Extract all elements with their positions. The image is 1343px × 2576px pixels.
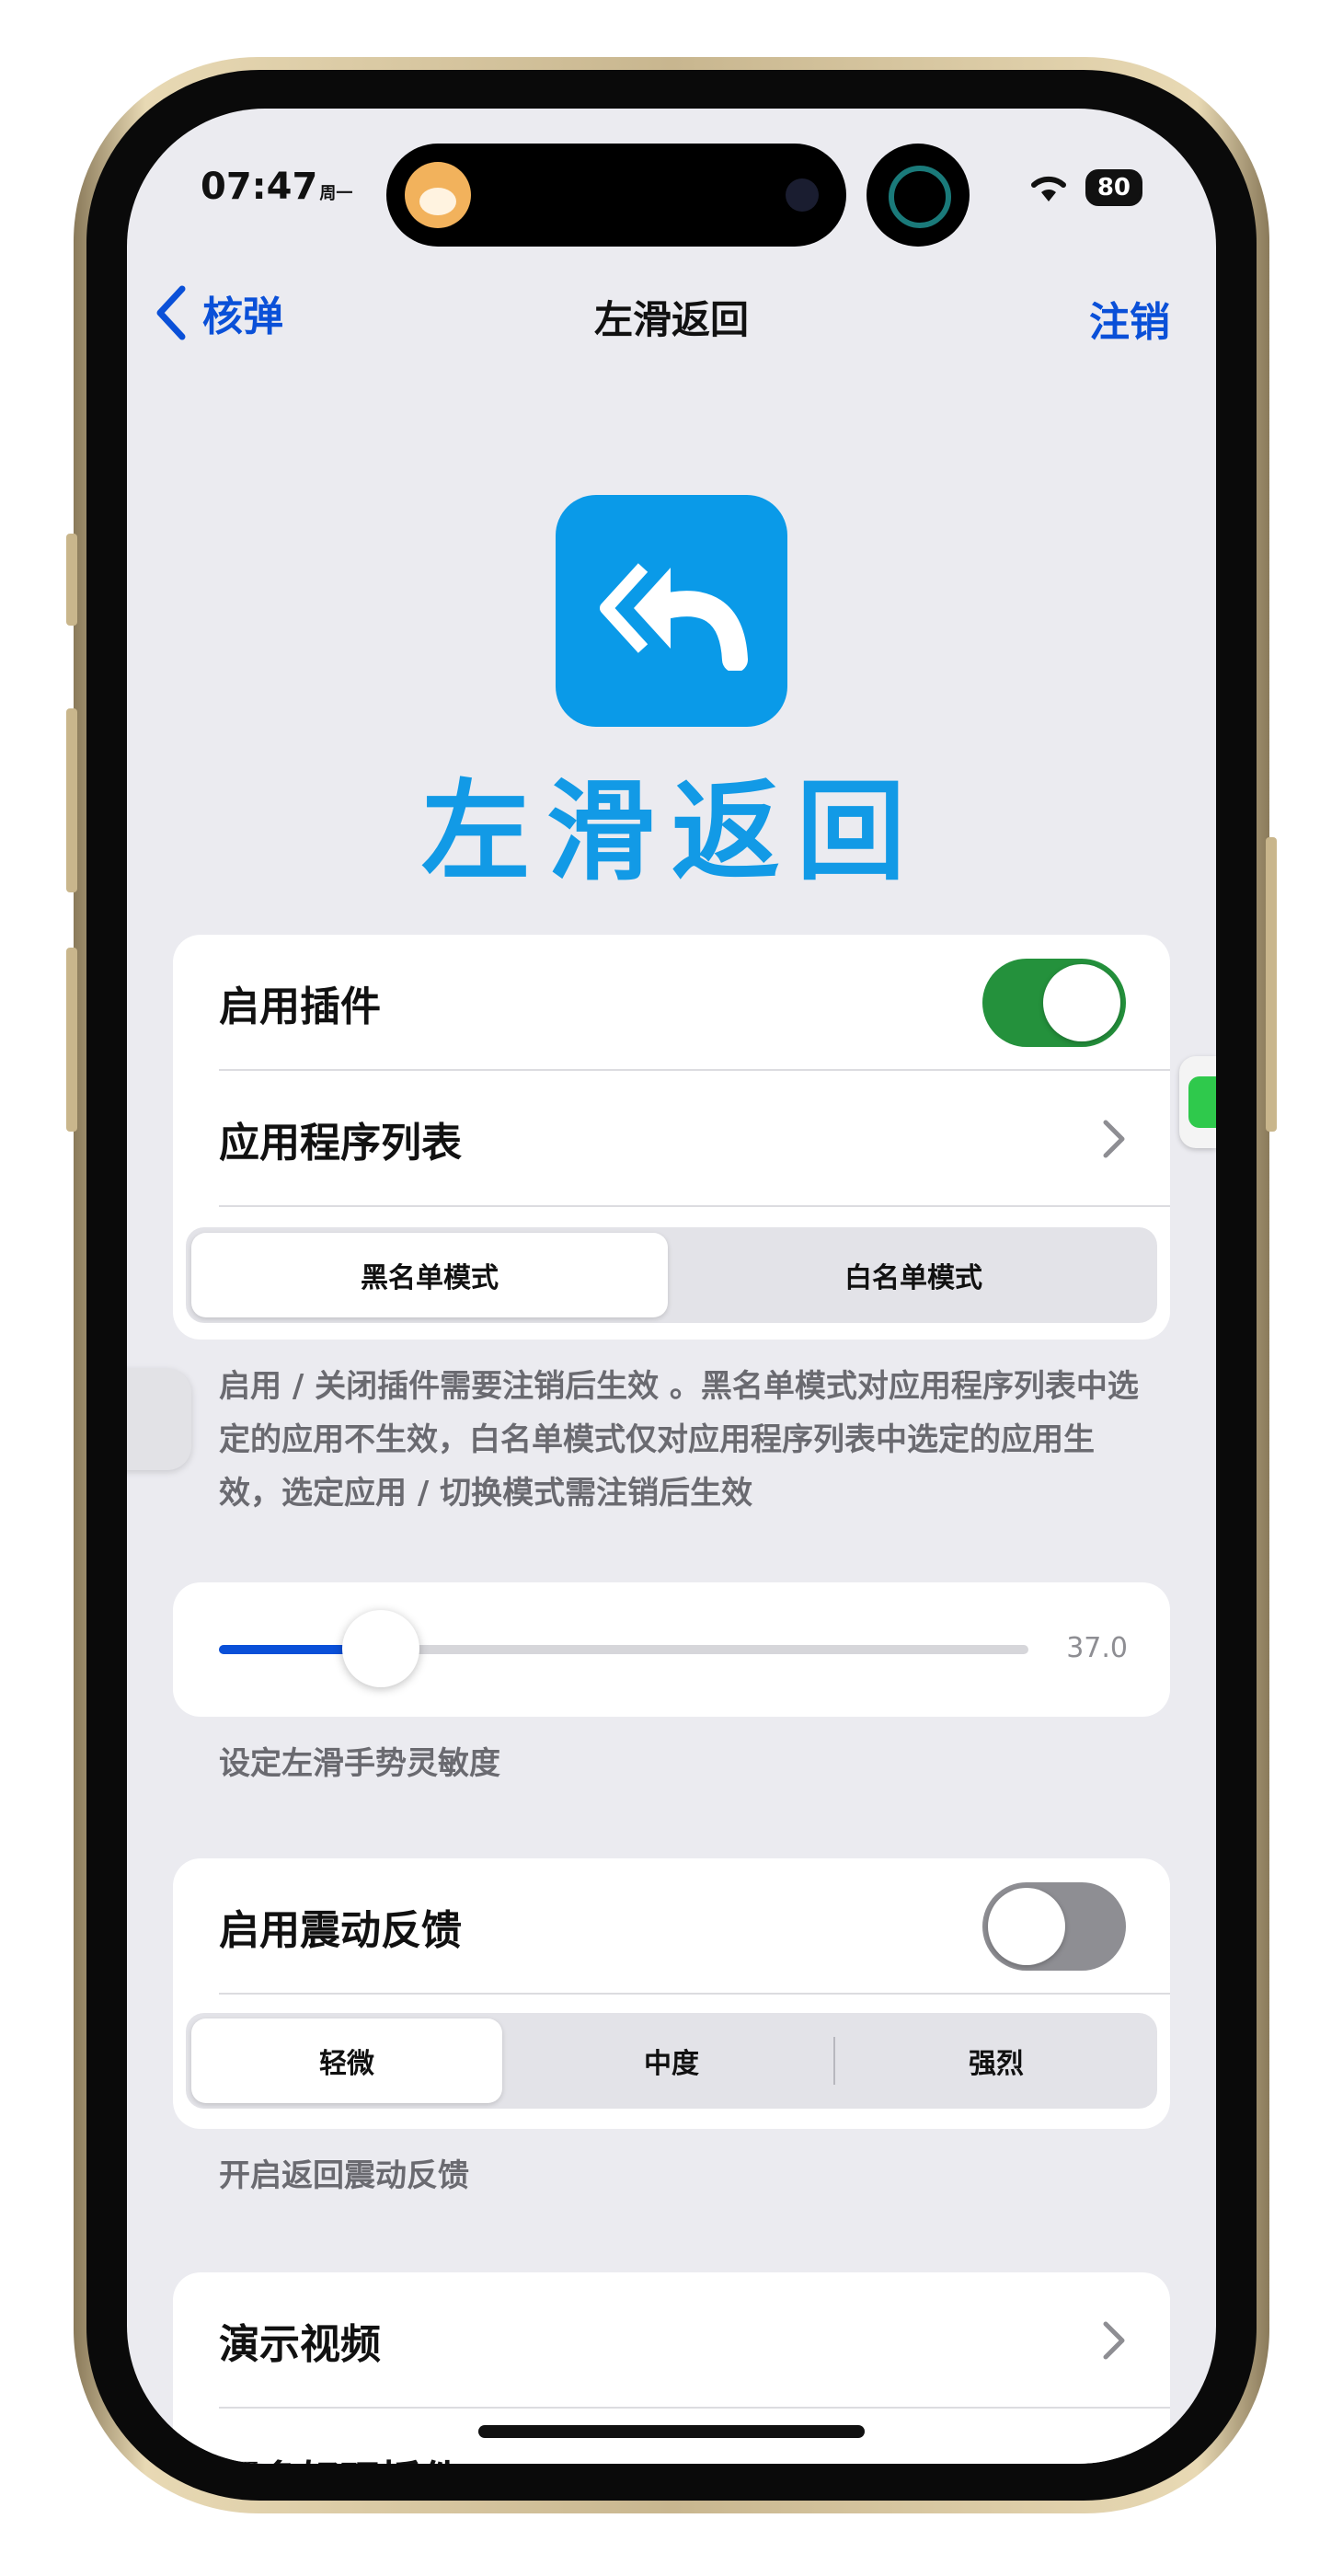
slider-thumb[interactable] (342, 1610, 419, 1687)
intensity-light-segment[interactable]: 轻微 (191, 2018, 502, 2103)
home-indicator[interactable] (478, 2425, 865, 2438)
plugin-footnote: 启用 / 关闭插件需要注销后生效 。黑名单模式对应用程序列表中选定的应用不生效，… (219, 1368, 1139, 1512)
chevron-right-icon (1103, 2321, 1125, 2360)
segment-divider (833, 2037, 835, 2085)
haptic-toggle[interactable] (982, 1882, 1126, 1971)
camera-icon (786, 178, 819, 212)
activity-ring-icon (867, 144, 970, 247)
demo-video-row[interactable]: 演示视频 (173, 2272, 1170, 2409)
enable-plugin-row: 启用插件 (173, 935, 1170, 1071)
enable-plugin-label: 启用插件 (219, 983, 381, 1030)
haptic-footnote: 开启返回震动反馈 (219, 2157, 469, 2194)
intensity-medium-segment[interactable]: 中度 (516, 2018, 827, 2103)
navigation-bar: 核弹 左滑返回 注销 (127, 283, 1216, 357)
volume-up-button (66, 708, 77, 892)
status-weekday: 周一 (319, 184, 353, 203)
plugin-settings-card: 启用插件 应用程序列表 黑名单模式 白名单模式 (173, 935, 1170, 1340)
slider-value: 37.0 (1066, 1632, 1128, 1664)
screen: 07:47 周一 80 核弹 左滑返回 注销 左滑返回 启用插件 应用程序列表 … (127, 109, 1216, 2464)
pet-icon (405, 162, 471, 228)
demo-video-label: 演示视频 (219, 2321, 381, 2368)
app-logo-icon (556, 495, 787, 727)
wifi-icon (1030, 176, 1066, 201)
app-list-label: 应用程序列表 (219, 1120, 462, 1167)
page-title: 左滑返回 (593, 297, 749, 342)
silent-switch (66, 534, 77, 626)
chevron-right-icon (1103, 1120, 1125, 1158)
status-time: 07:47 周一 (201, 166, 353, 208)
battery-indicator: 80 (1085, 169, 1142, 206)
volume-down-button (66, 948, 77, 1132)
messages-icon[interactable] (1179, 1056, 1216, 1148)
mode-blacklist-segment[interactable]: 黑名单模式 (191, 1233, 668, 1317)
enable-plugin-toggle[interactable] (982, 959, 1126, 1047)
dynamic-island (386, 144, 846, 247)
assistive-touch-icon[interactable] (127, 1369, 191, 1470)
more-plugins-label: 更多好玩插件 (219, 2447, 462, 2464)
haptic-row: 启用震动反馈 (173, 1858, 1170, 1995)
sensitivity-card: 37.0 (173, 1582, 1170, 1717)
mode-whitelist-segment[interactable]: 白名单模式 (675, 1233, 1152, 1317)
mode-segmented-control: 黑名单模式 白名单模式 (186, 1227, 1157, 1323)
haptic-label: 启用震动反馈 (219, 1907, 462, 1954)
power-button (1266, 837, 1277, 1132)
app-list-row[interactable]: 应用程序列表 (173, 1071, 1170, 1207)
haptic-card: 启用震动反馈 轻微 中度 强烈 (173, 1858, 1170, 2129)
intensity-strong-segment[interactable]: 强烈 (841, 2018, 1152, 2103)
intensity-segmented-control: 轻微 中度 强烈 (186, 2013, 1157, 2109)
sensitivity-footnote: 设定左滑手势灵敏度 (219, 1745, 500, 1782)
sensitivity-slider[interactable] (219, 1610, 1028, 1687)
logout-button[interactable]: 注销 (1089, 289, 1170, 348)
app-name-title: 左滑返回 (420, 767, 922, 895)
